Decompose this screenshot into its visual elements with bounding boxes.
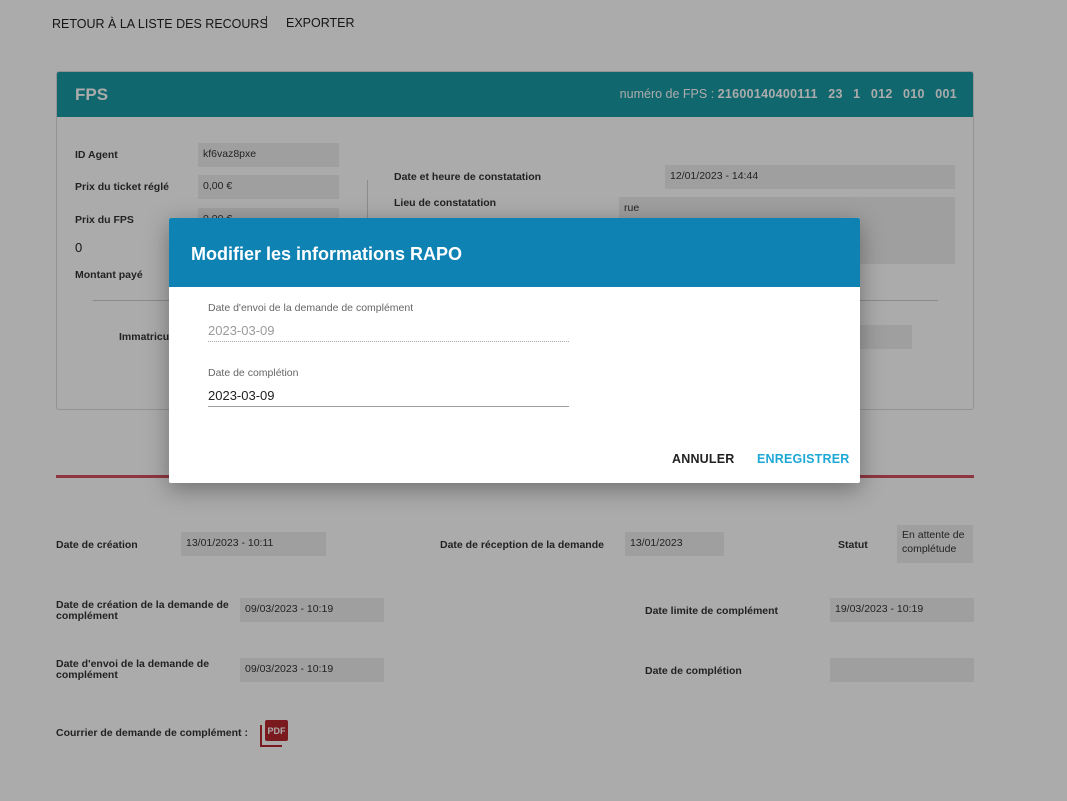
envoi-date-input[interactable]: [208, 320, 569, 342]
edit-rapo-dialog: Modifier les informations RAPO Date d'en…: [169, 218, 860, 483]
dialog-title: Modifier les informations RAPO: [191, 244, 463, 264]
envoi-date-label: Date d'envoi de la demande de complément: [208, 302, 414, 314]
completion-date-input[interactable]: [208, 385, 569, 407]
cancel-button[interactable]: ANNULER: [672, 452, 735, 466]
completion-date-label: Date de complétion: [208, 367, 299, 379]
save-button[interactable]: ENREGISTRER: [757, 452, 850, 466]
dialog-header: Modifier les informations RAPO: [169, 218, 860, 287]
